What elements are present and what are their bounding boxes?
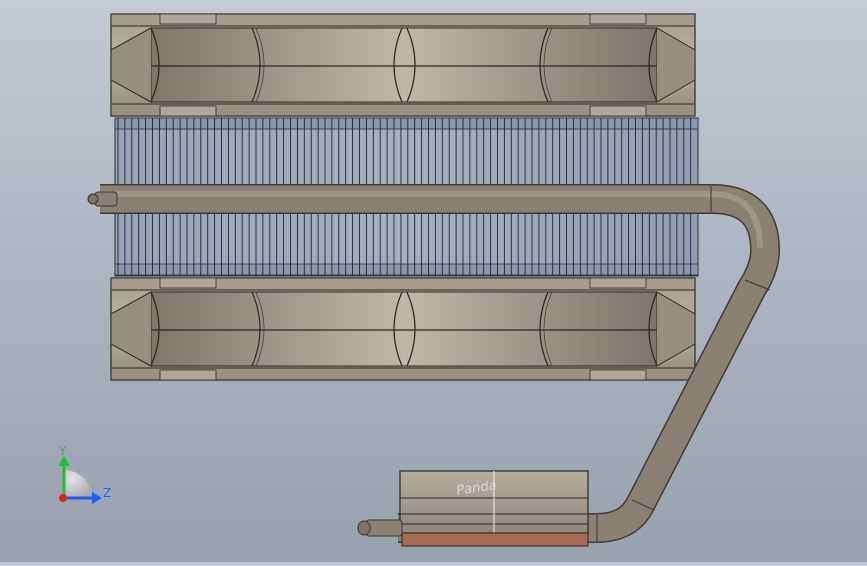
cad-viewport[interactable]: Panda Y Z [0, 0, 867, 562]
heat-pipe-base-block[interactable]: Panda [399, 470, 589, 547]
triad-z-label: Z [103, 486, 111, 500]
top-fan-housing[interactable] [110, 13, 696, 117]
z-axis-arrow [92, 492, 102, 504]
orientation-triad[interactable]: Y Z [58, 444, 111, 504]
heat-pipe-end-cap-bottom[interactable] [357, 519, 403, 537]
bottom-fan-housing[interactable] [110, 277, 696, 381]
heat-pipe-end-cap-top[interactable] [87, 191, 118, 207]
x-axis-dot [59, 494, 67, 502]
triad-y-label: Y [58, 444, 67, 458]
